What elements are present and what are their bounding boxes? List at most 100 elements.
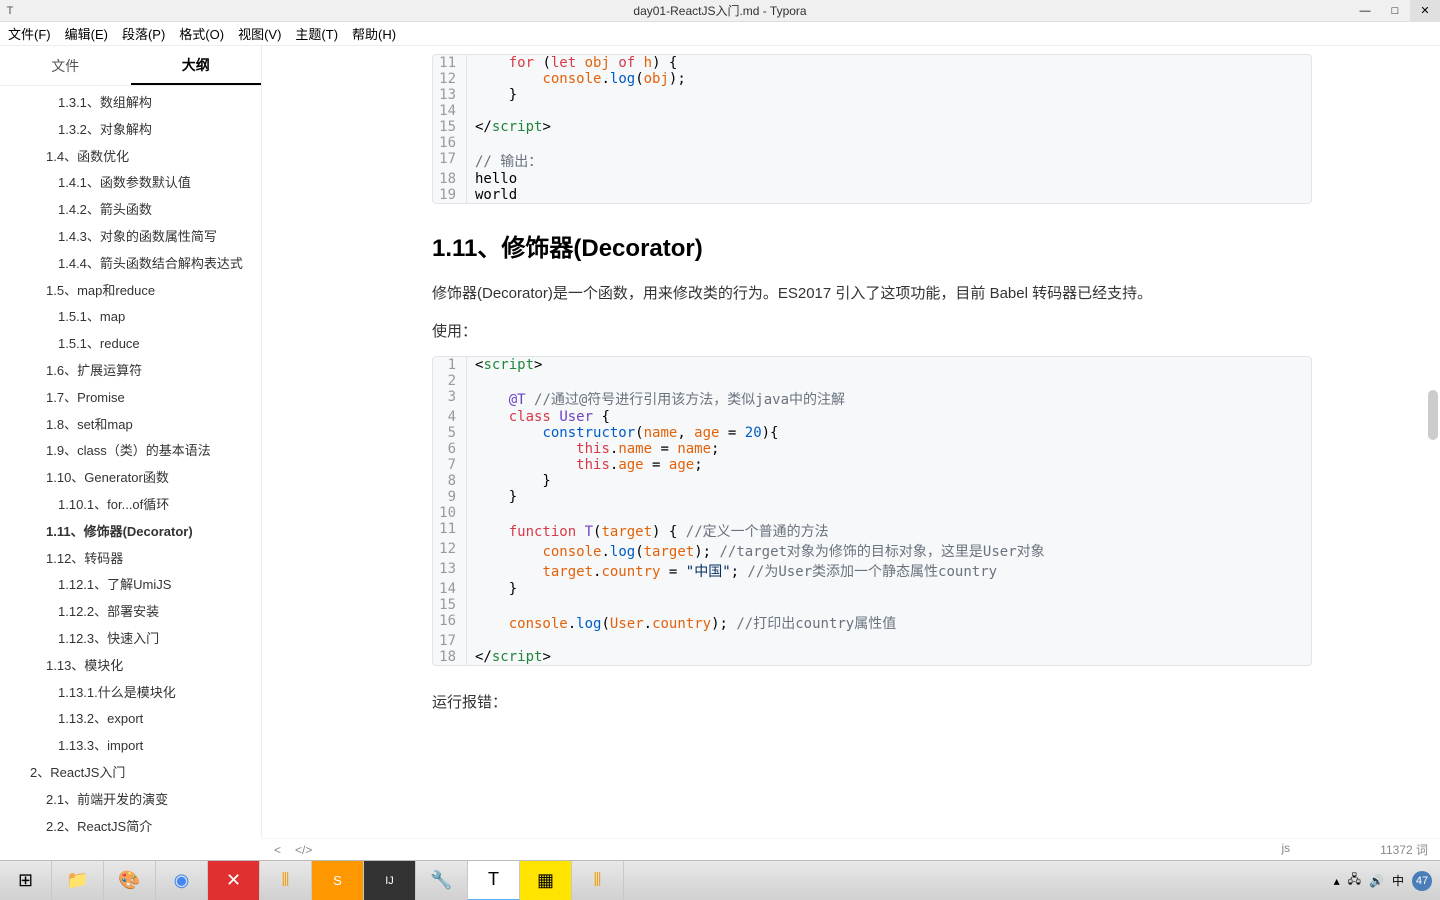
source-toggle[interactable]: </> <box>295 843 312 857</box>
outline-item[interactable]: 1.5.1、map <box>0 304 261 331</box>
code-line: 17 <box>433 633 1311 649</box>
taskbar-chrome[interactable]: ◉ <box>156 861 208 900</box>
outline-item[interactable]: 2.2、ReactJS简介 <box>0 814 261 838</box>
outline-item[interactable]: 1.4、函数优化 <box>0 144 261 171</box>
outline-item[interactable]: 1.13.1.什么是模块化 <box>0 680 261 707</box>
code-line: 2 <box>433 373 1311 389</box>
code-line: 14 } <box>433 581 1311 597</box>
outline-item[interactable]: 1.12.2、部署安装 <box>0 599 261 626</box>
code-line: 18</script> <box>433 649 1311 665</box>
taskbar-app-yellow[interactable]: ▦ <box>520 861 572 900</box>
outline-item[interactable]: 1.4.4、箭头函数结合解构表达式 <box>0 251 261 278</box>
code-line: 15</script> <box>433 119 1311 135</box>
tray-badge[interactable]: 47 <box>1412 871 1432 891</box>
content-area[interactable]: 11 for (let obj of h) {12 console.log(ob… <box>262 46 1440 838</box>
back-button[interactable]: < <box>274 843 281 857</box>
taskbar-app-orange[interactable]: ⦀ <box>260 861 312 900</box>
code-line: 13 } <box>433 87 1311 103</box>
outline-list[interactable]: 1.3.1、数组解构1.3.2、对象解构1.4、函数优化1.4.1、函数参数默认… <box>0 86 261 838</box>
code-line: 6 this.name = name; <box>433 441 1311 457</box>
scrollbar-thumb[interactable] <box>1428 390 1438 440</box>
paragraph-intro: 修饰器(Decorator)是一个函数，用来修改类的行为。ES2017 引入了这… <box>432 281 1312 307</box>
outline-item[interactable]: 1.7、Promise <box>0 385 261 412</box>
close-button[interactable]: ✕ <box>1410 0 1440 22</box>
outline-item[interactable]: 1.13.3、import <box>0 733 261 760</box>
tab-outline[interactable]: 大纲 <box>131 46 262 85</box>
code-line: 5 constructor(name, age = 20){ <box>433 425 1311 441</box>
outline-item[interactable]: 1.4.2、箭头函数 <box>0 197 261 224</box>
outline-item[interactable]: 1.5、map和reduce <box>0 278 261 305</box>
menu-edit[interactable]: 编辑(E) <box>65 24 108 43</box>
outline-item[interactable]: 1.13.2、export <box>0 706 261 733</box>
menubar: 文件(F) 编辑(E) 段落(P) 格式(O) 视图(V) 主题(T) 帮助(H… <box>0 22 1440 46</box>
heading-decorator: 1.11、修饰器(Decorator) <box>432 228 1312 263</box>
taskbar-app-red[interactable]: ✕ <box>208 861 260 900</box>
tray-network-icon[interactable]: 🖧 <box>1348 870 1361 891</box>
code-line: 4 class User { <box>433 409 1311 425</box>
menu-file[interactable]: 文件(F) <box>8 24 51 43</box>
menu-paragraph[interactable]: 段落(P) <box>122 24 165 43</box>
taskbar: ⊞ 📁 🎨 ◉ ✕ ⦀ S IJ 🔧 T ▦ ⦀ ▴ 🖧 🔊 中 47 <box>0 860 1440 900</box>
code-line: 14 <box>433 103 1311 119</box>
titlebar: T day01-ReactJS入门.md - Typora — □ ✕ <box>0 0 1440 22</box>
menu-view[interactable]: 视图(V) <box>238 24 281 43</box>
code-line: 11 function T(target) { //定义一个普通的方法 <box>433 521 1311 541</box>
taskbar-app-tool[interactable]: 🔧 <box>416 861 468 900</box>
tray-up-icon[interactable]: ▴ <box>1334 874 1340 888</box>
code-line: 10 <box>433 505 1311 521</box>
code-line: 17// 输出： <box>433 151 1311 171</box>
tab-file[interactable]: 文件 <box>0 46 131 85</box>
paragraph-usage: 使用： <box>432 319 1312 345</box>
outline-item[interactable]: 1.3.2、对象解构 <box>0 117 261 144</box>
code-line: 16 <box>433 135 1311 151</box>
outline-item[interactable]: 1.11、修饰器(Decorator) <box>0 519 261 546</box>
start-button[interactable]: ⊞ <box>0 861 52 900</box>
outline-item[interactable]: 1.12.3、快速入门 <box>0 626 261 653</box>
menu-help[interactable]: 帮助(H) <box>352 24 396 43</box>
code-line: 1<script> <box>433 357 1311 373</box>
outline-item[interactable]: 1.8、set和map <box>0 412 261 439</box>
code-line: 12 console.log(obj); <box>433 71 1311 87</box>
taskbar-explorer[interactable]: 📁 <box>52 861 104 900</box>
outline-item[interactable]: 1.12、转码器 <box>0 546 261 573</box>
outline-item[interactable]: 1.12.1、了解UmiJS <box>0 572 261 599</box>
outline-item[interactable]: 1.4.3、对象的函数属性简写 <box>0 224 261 251</box>
code-line: 13 target.country = "中国"; //为User类添加一个静态… <box>433 561 1311 581</box>
code-line: 8 } <box>433 473 1311 489</box>
code-line: 15 <box>433 597 1311 613</box>
outline-item[interactable]: 2、ReactJS入门 <box>0 760 261 787</box>
sidebar: 文件 大纲 1.3.1、数组解构1.3.2、对象解构1.4、函数优化1.4.1、… <box>0 46 262 838</box>
outline-item[interactable]: 1.9、class（类）的基本语法 <box>0 438 261 465</box>
tray-volume-icon[interactable]: 🔊 <box>1369 874 1384 888</box>
outline-item[interactable]: 2.1、前端开发的演变 <box>0 787 261 814</box>
taskbar-intellij[interactable]: IJ <box>364 861 416 900</box>
code-line: 18hello <box>433 171 1311 187</box>
taskbar-sublime[interactable]: S <box>312 861 364 900</box>
code-line: 9 } <box>433 489 1311 505</box>
word-count: 11372 词 <box>1380 841 1428 858</box>
window-title: day01-ReactJS入门.md - Typora <box>633 2 806 19</box>
outline-item[interactable]: 1.4.1、函数参数默认值 <box>0 170 261 197</box>
code-line: 3 @T //通过@符号进行引用该方法，类似java中的注解 <box>433 389 1311 409</box>
minimize-button[interactable]: — <box>1350 0 1380 22</box>
taskbar-app-bars[interactable]: ⦀ <box>572 861 624 900</box>
code-line: 11 for (let obj of h) { <box>433 55 1311 71</box>
taskbar-typora[interactable]: T <box>468 861 520 900</box>
outline-item[interactable]: 1.10.1、for...of循环 <box>0 492 261 519</box>
code-line: 12 console.log(target); //target对象为修饰的目标… <box>433 541 1311 561</box>
menu-theme[interactable]: 主题(T) <box>295 24 338 43</box>
code-line: 16 console.log(User.country); //打印出count… <box>433 613 1311 633</box>
language-indicator: js <box>1282 841 1291 858</box>
menu-format[interactable]: 格式(O) <box>179 24 224 43</box>
outline-item[interactable]: 1.13、模块化 <box>0 653 261 680</box>
outline-item[interactable]: 1.5.1、reduce <box>0 331 261 358</box>
tray-ime[interactable]: 中 <box>1392 872 1404 889</box>
outline-item[interactable]: 1.10、Generator函数 <box>0 465 261 492</box>
outline-item[interactable]: 1.3.1、数组解构 <box>0 90 261 117</box>
taskbar-paint[interactable]: 🎨 <box>104 861 156 900</box>
code-block-2: 1<script>23 @T //通过@符号进行引用该方法，类似java中的注解… <box>432 356 1312 666</box>
maximize-button[interactable]: □ <box>1380 0 1410 22</box>
paragraph-error: 运行报错： <box>432 690 1312 716</box>
code-line: 19world <box>433 187 1311 203</box>
outline-item[interactable]: 1.6、扩展运算符 <box>0 358 261 385</box>
